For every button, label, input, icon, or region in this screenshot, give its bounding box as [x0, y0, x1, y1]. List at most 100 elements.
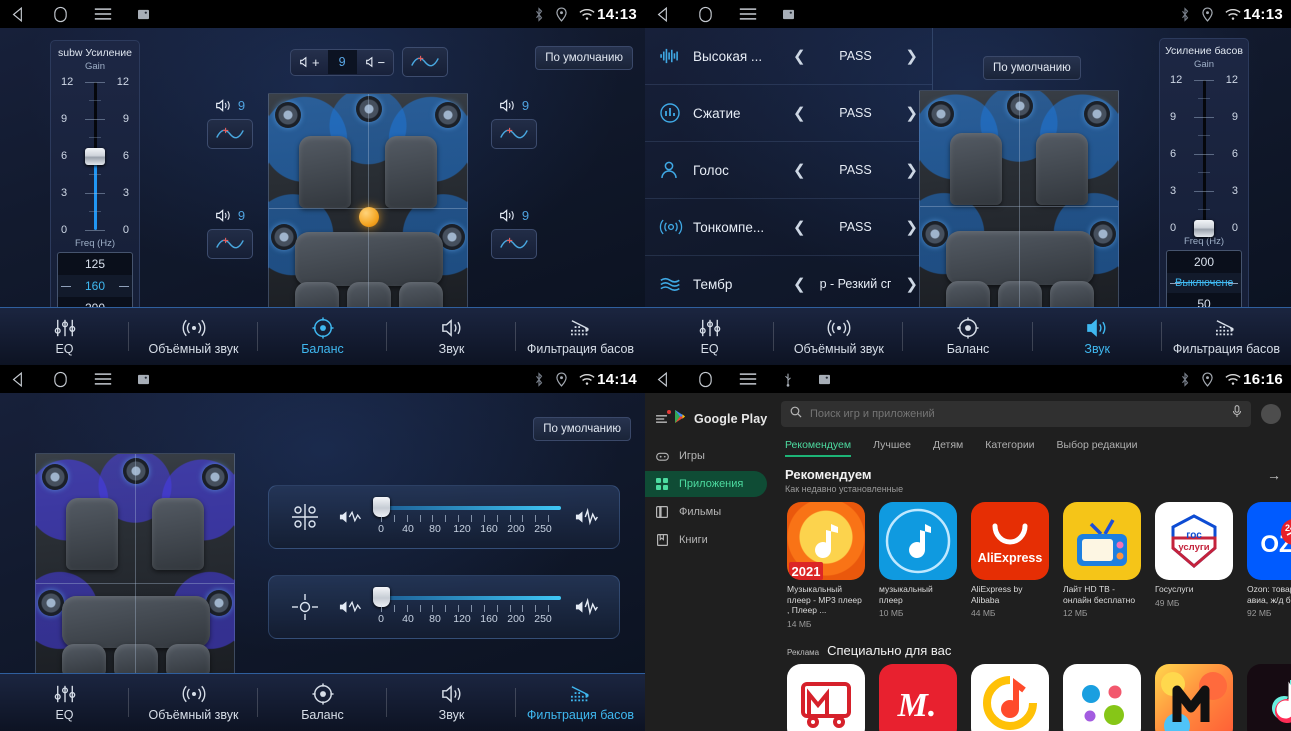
- app-card[interactable]: [787, 663, 865, 731]
- nav-tab-surround[interactable]: Объёмный звук: [774, 308, 904, 365]
- nav-tab-bassfilter[interactable]: Фильтрация басов: [516, 308, 645, 365]
- effect-row-loudness[interactable]: Тонкомпе... ❮ PASS ❯: [645, 199, 932, 256]
- effect-row-timbre[interactable]: Тембр ❮ р - Резкий спа ❯: [645, 256, 932, 313]
- freq-prev[interactable]: 200: [1167, 251, 1241, 273]
- crossover-knob[interactable]: [373, 497, 390, 517]
- screenshot-icon[interactable]: [819, 374, 830, 385]
- nav-tab-surround[interactable]: Объёмный звук: [129, 308, 258, 365]
- screenshot-icon[interactable]: [783, 9, 794, 20]
- app-card[interactable]: 2021 Музыкальный плеер - MP3 плеер , Пле…: [787, 502, 865, 629]
- eq-curve-button-rl[interactable]: [207, 229, 253, 259]
- effect-prev-3[interactable]: ❮: [787, 218, 812, 236]
- search-input[interactable]: [810, 408, 1224, 420]
- freq-prev[interactable]: 125: [58, 253, 132, 275]
- back-icon[interactable]: [655, 6, 672, 23]
- app-card[interactable]: [1247, 663, 1291, 731]
- nav-label-eq: EQ: [55, 708, 74, 722]
- play-brand[interactable]: Google Play: [645, 403, 775, 443]
- home-icon[interactable]: [698, 6, 713, 23]
- app-card[interactable]: M.: [879, 663, 957, 731]
- avatar[interactable]: [1261, 404, 1281, 424]
- nav-tab-eq[interactable]: EQ: [645, 308, 775, 365]
- back-icon[interactable]: [10, 371, 27, 388]
- sidebar-item-movies[interactable]: Фильмы: [645, 499, 767, 525]
- effect-prev-1[interactable]: ❮: [787, 104, 812, 122]
- effect-prev-4[interactable]: ❮: [787, 275, 812, 293]
- back-icon[interactable]: [655, 371, 672, 388]
- app-card[interactable]: OZN247 Ozon: товары, авиа, ж/д билеты 92…: [1247, 502, 1291, 629]
- default-button[interactable]: По умолчанию: [983, 56, 1081, 80]
- tab-categories[interactable]: Категории: [985, 439, 1034, 457]
- menu-icon[interactable]: [94, 7, 112, 21]
- gain-slider[interactable]: 12 12 9 9 6 6 3 3 0 0: [1160, 74, 1248, 237]
- effect-row-voice[interactable]: Голос ❮ PASS ❯: [645, 142, 932, 199]
- crossover-knob[interactable]: [373, 587, 390, 607]
- volume-up-button[interactable]: +: [291, 50, 328, 75]
- back-icon[interactable]: [10, 6, 27, 23]
- eq-curve-button-fr[interactable]: [491, 119, 537, 149]
- nav-tab-eq[interactable]: EQ: [0, 674, 129, 731]
- freq-selector[interactable]: 200 Выключенс 50: [1166, 249, 1242, 316]
- nav-tab-surround[interactable]: Объёмный звук: [129, 674, 258, 731]
- search-bar[interactable]: [781, 401, 1251, 427]
- eq-curve-button-master[interactable]: [402, 47, 449, 77]
- app-card[interactable]: [1155, 663, 1233, 731]
- tab-kids[interactable]: Детям: [933, 439, 963, 457]
- volume-down-button[interactable]: −: [357, 50, 394, 75]
- app-card[interactable]: [1063, 663, 1141, 731]
- crossover-slider-speakers[interactable]: 0 40 80 120 160 200 250: [373, 493, 561, 541]
- home-icon[interactable]: [53, 6, 68, 23]
- nav-tab-balance[interactable]: Баланс: [903, 308, 1033, 365]
- car-cabin-balance[interactable]: [268, 93, 468, 322]
- effect-row-highpass[interactable]: Высокая ... ❮ PASS ❯: [645, 28, 932, 85]
- menu-icon[interactable]: [94, 372, 112, 386]
- app-card[interactable]: музыкальный плеер 10 МБ: [879, 502, 957, 629]
- app-card[interactable]: AliExpress AliExpress by Alibaba 44 МБ: [971, 502, 1049, 629]
- app-card[interactable]: гос услуги Госуслуги 49 МБ: [1155, 502, 1233, 629]
- menu-icon[interactable]: [739, 7, 757, 21]
- menu-icon[interactable]: [739, 372, 757, 386]
- effect-prev-0[interactable]: ❮: [787, 47, 812, 65]
- tab-editors-choice[interactable]: Выбор редакции: [1057, 439, 1138, 457]
- balance-position-dot[interactable]: [359, 207, 379, 227]
- car-cabin-bassfilter[interactable]: [35, 453, 235, 685]
- hamburger-icon[interactable]: [655, 409, 671, 427]
- tab-recommended[interactable]: Рекомендуем: [785, 439, 852, 457]
- gain-knob[interactable]: [85, 147, 105, 165]
- sidebar-item-books[interactable]: Книги: [645, 527, 767, 553]
- gain-slider[interactable]: 12 12 9 9 6 6 3 3 0 0: [51, 76, 139, 236]
- gain-knob[interactable]: [1194, 219, 1214, 237]
- screenshot-icon[interactable]: [138, 374, 149, 385]
- google-play-app: Google Play Игры Приложения Фильмы Книги…: [645, 393, 1291, 731]
- default-button[interactable]: По умолчанию: [535, 46, 633, 70]
- effect-row-compression[interactable]: Сжатие ❮ PASS ❯: [645, 85, 932, 142]
- nav-tab-balance[interactable]: Баланс: [258, 674, 387, 731]
- home-icon[interactable]: [53, 371, 68, 388]
- effect-next-0[interactable]: ❯: [899, 47, 924, 65]
- nav-tab-bassfilter[interactable]: Фильтрация басов: [516, 674, 645, 731]
- effect-prev-2[interactable]: ❮: [787, 161, 812, 179]
- default-button[interactable]: По умолчанию: [533, 417, 631, 441]
- volume-stepper[interactable]: + 9 −: [290, 48, 395, 76]
- sidebar-item-apps[interactable]: Приложения: [645, 471, 767, 497]
- screenshot-icon[interactable]: [138, 9, 149, 20]
- nav-tab-sound[interactable]: Звук: [387, 674, 516, 731]
- tab-best[interactable]: Лучшее: [873, 439, 911, 457]
- nav-tab-sound[interactable]: Звук: [1033, 308, 1163, 365]
- car-cabin-sound[interactable]: [919, 90, 1119, 322]
- eq-curve-button-rr[interactable]: [491, 229, 537, 259]
- app-card[interactable]: Лайт HD ТВ - онлайн бесплатно 12 МБ: [1063, 502, 1141, 629]
- section-more-arrow-icon[interactable]: →: [1267, 467, 1281, 483]
- eq-curve-button-fl[interactable]: [207, 119, 253, 149]
- sidebar-item-games[interactable]: Игры: [645, 443, 767, 469]
- nav-tab-balance[interactable]: Баланс: [258, 308, 387, 365]
- nav-tab-sound[interactable]: Звук: [387, 308, 516, 365]
- home-icon[interactable]: [698, 371, 713, 388]
- usb-icon: [783, 372, 793, 387]
- nav-tab-eq[interactable]: EQ: [0, 308, 129, 365]
- app-card[interactable]: [971, 663, 1049, 731]
- crossover-slider-subwoofer[interactable]: 0 40 80 120 160 200 250: [373, 583, 561, 631]
- microphone-icon[interactable]: [1232, 405, 1242, 423]
- crossover-card-subwoofer: 0 40 80 120 160 200 250: [268, 575, 620, 639]
- nav-tab-bassfilter[interactable]: Фильтрация басов: [1162, 308, 1291, 365]
